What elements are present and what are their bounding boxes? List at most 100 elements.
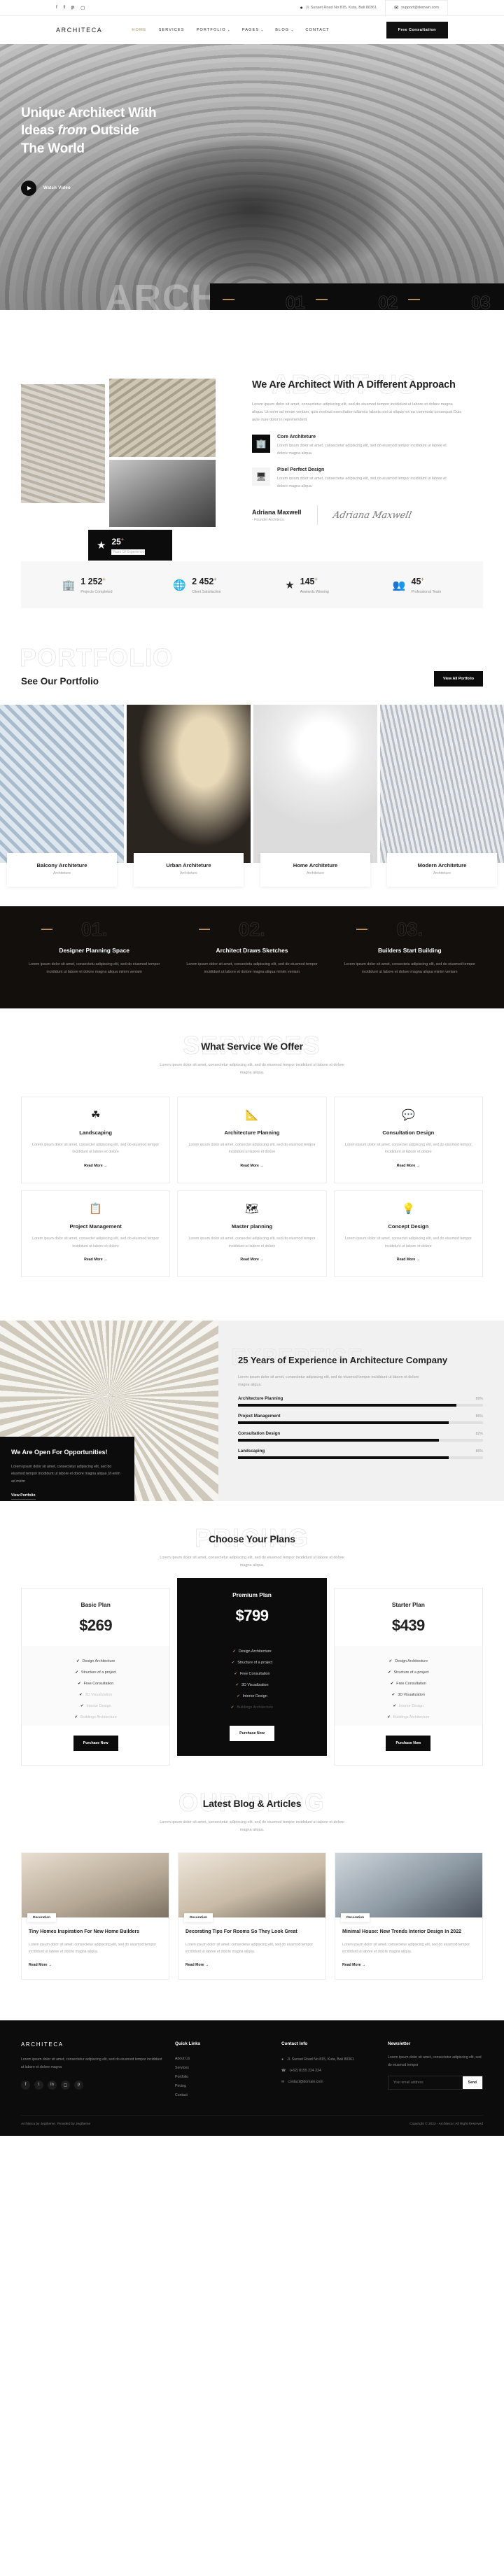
watch-video-button[interactable]: Watch Video: [21, 180, 483, 196]
facebook-icon[interactable]: f: [56, 5, 57, 10]
footer-link-contact[interactable]: Contact: [175, 2090, 270, 2099]
nav-item-home[interactable]: HOME: [132, 28, 146, 32]
footer-link-pricing[interactable]: Pricing: [175, 2081, 270, 2090]
check-icon: ✔: [232, 1649, 236, 1654]
service-card-concept-design[interactable]: 💡 Concept Design Lorem ipsum dolor sit a…: [333, 1190, 483, 1278]
twitter-icon[interactable]: 𝐭: [64, 5, 65, 10]
blog-tag[interactable]: Decoration: [27, 1913, 57, 1923]
footer-link-about[interactable]: About Us: [175, 2054, 270, 2063]
skill-bar: [238, 1456, 483, 1459]
play-icon[interactable]: [21, 180, 36, 196]
portfolio-card[interactable]: Home Architeture Architeture: [253, 705, 377, 887]
plan-price: $439: [391, 1617, 425, 1635]
twitter-icon[interactable]: t: [34, 2080, 43, 2090]
service-card-consultation-design[interactable]: 💬 Consultation Design Lorem ipsum dolor …: [333, 1096, 483, 1184]
service-card-project-management[interactable]: 📋 Project Management Lorem ipsum dolor s…: [21, 1190, 171, 1278]
service-card-master-planning[interactable]: 🗺 Master planning Lorem ipsum dolor sit …: [177, 1190, 327, 1278]
tree-landscape-icon: ☘: [90, 1108, 101, 1121]
plan-name: Basic Plan: [80, 1601, 111, 1609]
stat-label: Awwards Winning: [300, 590, 329, 595]
portfolio-title: Modern Architeture: [417, 862, 467, 869]
blog-tag[interactable]: Decoration: [184, 1913, 214, 1923]
process-title: Designer Planning Space: [59, 947, 130, 955]
instagram-icon[interactable]: ▢: [61, 2080, 70, 2090]
portfolio-header: PORTFOLIO See Our Portfolio View All Por…: [0, 643, 504, 687]
topbar-email[interactable]: ✉ support@domain.com: [385, 0, 448, 16]
blog-card[interactable]: Decoration Tiny Homes Inspiration For Ne…: [21, 1852, 169, 1980]
nav-item-blog[interactable]: BLOG ▾: [275, 28, 293, 32]
read-more-link[interactable]: Read More →: [84, 1258, 107, 1262]
plan-feature: ✔ Buildings Architecture: [387, 1715, 430, 1720]
services-heading: What Service We Offer: [201, 1040, 303, 1052]
process-dash: [41, 929, 52, 930]
read-more-link[interactable]: Read More →: [84, 1164, 107, 1168]
footer-link-services[interactable]: Services: [175, 2063, 270, 2072]
phone-icon: ☎: [281, 2068, 286, 2073]
portfolio-card[interactable]: Balcony Architeture Architeture: [0, 705, 124, 887]
portfolio-image: [380, 705, 504, 864]
read-more-link[interactable]: Read More →: [397, 1164, 420, 1168]
topbar-address: ● Jl. Sunset Road No 815, Kuta, Bali 803…: [291, 0, 385, 16]
read-more-link[interactable]: Read More →: [397, 1258, 420, 1262]
location-pin-icon: ●: [300, 5, 303, 10]
stat-label: Projects Completed: [80, 590, 113, 595]
stats-bar: 🏢 1 252+ Projects Completed 🌐 2 452+ Cli…: [21, 561, 483, 609]
social-links[interactable]: f 𝐭 𝐩 ▢: [56, 5, 85, 10]
skill-row: Architecture Planning 89%: [238, 1396, 483, 1407]
about-image-2: [109, 379, 216, 457]
read-more-link[interactable]: Read More →: [240, 1258, 263, 1262]
chevron-down-icon: ▾: [291, 28, 294, 32]
read-more-link[interactable]: Read More →: [186, 1963, 209, 1967]
service-card-landscaping[interactable]: ☘ Landscaping Lorem ipsum dolor sit amet…: [21, 1096, 171, 1184]
pinterest-icon[interactable]: p: [74, 2080, 83, 2090]
check-icon: ✔: [80, 1704, 84, 1709]
footer-link-portfolio[interactable]: Portfolio: [175, 2072, 270, 2081]
view-all-portfolio-button[interactable]: View All Portfolio: [433, 671, 483, 687]
blog-tag[interactable]: Decoration: [341, 1913, 370, 1923]
skill-row: Project Management 86%: [238, 1414, 483, 1424]
purchase-button[interactable]: Purchase Now: [73, 1736, 118, 1752]
pinterest-icon[interactable]: 𝐩: [71, 5, 74, 10]
footer-contact-phone[interactable]: ☎ (+62) 8155 224 224: [281, 2065, 377, 2076]
read-more-link[interactable]: Read More →: [29, 1963, 52, 1967]
nav-item-pages[interactable]: PAGES ▾: [242, 28, 263, 32]
purchase-button[interactable]: Purchase Now: [230, 1726, 274, 1742]
process-step: 02. Architect Draws Sketches Lorem ipsum…: [178, 919, 325, 976]
blog-card[interactable]: Decoration Decorating Tips For Rooms So …: [178, 1852, 326, 1980]
free-consultation-button[interactable]: Free Consultation: [386, 22, 448, 38]
footer-logo[interactable]: ARCHITECA: [21, 2041, 164, 2048]
portfolio-card[interactable]: Modern Architeture Architeture: [380, 705, 504, 887]
footer-contact-email[interactable]: ✉ contact@domain.com: [281, 2076, 377, 2088]
newsletter-email-input[interactable]: [388, 2076, 463, 2089]
service-card-architecture-planning[interactable]: 📐 Architecture Planning Lorem ipsum dolo…: [177, 1096, 327, 1184]
nav-menu: HOME SERVICES PORTFOLIO ▾ PAGES ▾ BLOG ▾ CO…: [132, 28, 329, 32]
view-portfolio-button[interactable]: View Portfolio: [11, 1493, 36, 1500]
opportunities-title: We Are Open For Opportunities!: [11, 1448, 108, 1456]
nav-item-services[interactable]: SERVICES: [159, 28, 185, 32]
process-title: Architect Draws Sketches: [216, 947, 288, 955]
arrow-right-icon: →: [361, 1963, 366, 1968]
read-more-link[interactable]: Read More →: [240, 1164, 263, 1168]
service-title: Concept Design: [388, 1223, 429, 1230]
blog-image: Decoration: [178, 1853, 326, 1923]
footer-quick-links: Quick Links About Us Services Portfolio …: [175, 2041, 270, 2099]
clipboard-icon: 📋: [89, 1203, 102, 1216]
services-subtitle: Lorem ipsum dolor sit amet, consectetur …: [160, 1062, 344, 1075]
purchase-button[interactable]: Purchase Now: [386, 1736, 431, 1752]
facebook-icon[interactable]: f: [21, 2080, 30, 2090]
plan-feature: ✔ Design Architecture: [388, 1659, 428, 1664]
skill-bar: [238, 1421, 483, 1424]
linkedin-icon[interactable]: in: [48, 2080, 57, 2090]
hero-section: ARCHITECA Unique Architect With Ideas fr…: [0, 44, 504, 310]
blog-card[interactable]: Decoration Minimal House: New Trends Int…: [335, 1852, 483, 1980]
newsletter-send-button[interactable]: Send: [462, 2076, 482, 2089]
read-more-link[interactable]: Read More →: [342, 1963, 365, 1967]
nav-item-portfolio[interactable]: PORTFOLIO ▾: [197, 28, 230, 32]
nav-item-contact[interactable]: CONTACT: [305, 28, 329, 32]
site-logo[interactable]: ARCHITECA: [56, 27, 102, 34]
feature-text: 100% Satisfaction Guarantee: [223, 310, 306, 311]
portfolio-card[interactable]: Urban Architeture Architeture: [127, 705, 251, 887]
instagram-icon[interactable]: ▢: [80, 5, 85, 10]
process-number: 02.: [239, 919, 265, 941]
skill-name: Consultation Design: [238, 1430, 281, 1436]
